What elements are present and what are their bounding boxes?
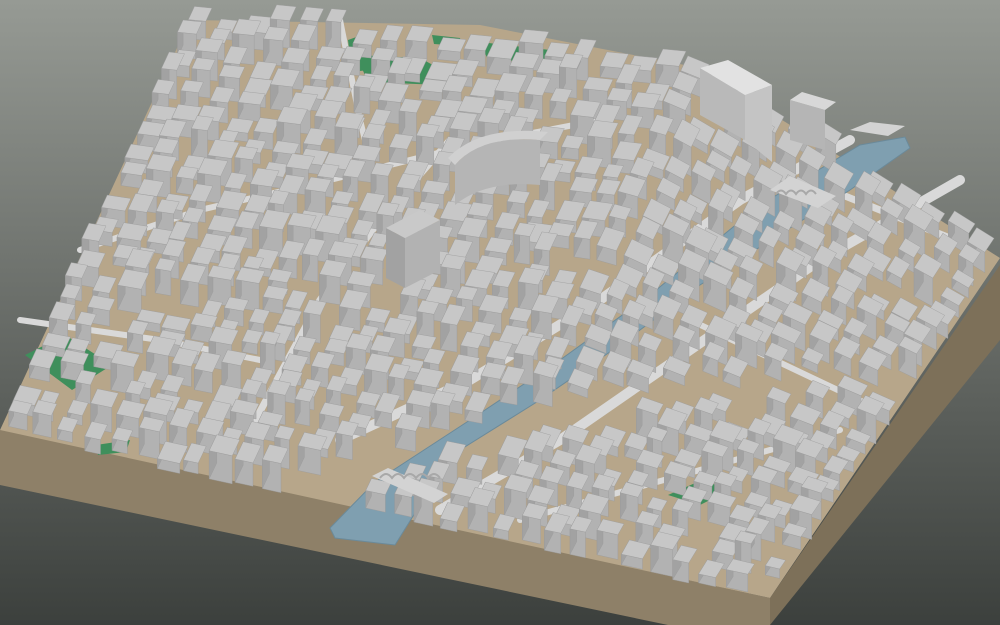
city-model-canvas[interactable]: [0, 0, 1000, 625]
building-roof: [582, 76, 614, 92]
tower-side-left: [386, 228, 405, 288]
building-roof: [237, 91, 266, 106]
map-viewport[interactable]: [0, 0, 1000, 625]
